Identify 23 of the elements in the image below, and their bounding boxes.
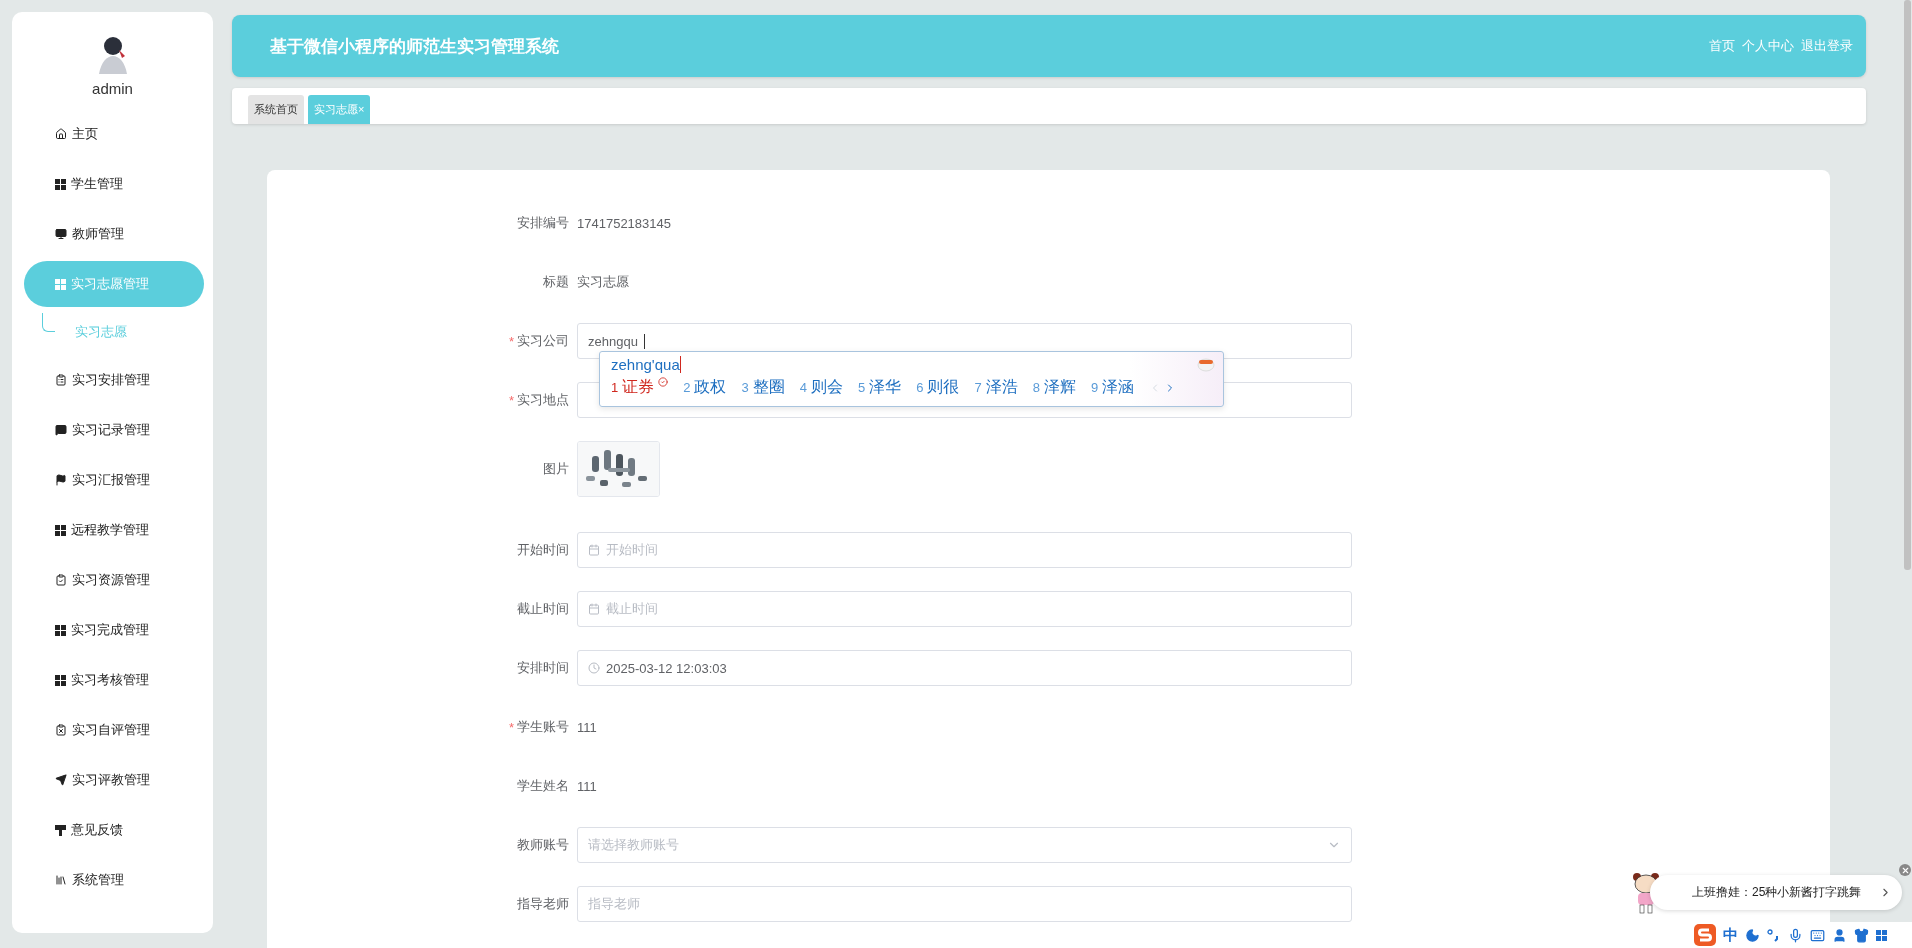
field-label: 安排编号 (517, 214, 569, 232)
field-label: 图片 (543, 460, 569, 478)
required-mark: * (508, 392, 514, 408)
field-label: 截止时间 (517, 600, 569, 618)
field-label: 实习公司 (517, 332, 569, 350)
field-value: 1741752183145 (577, 215, 671, 231)
field-label: 标题 (543, 273, 569, 291)
field-label: 安排时间 (517, 659, 569, 677)
field-label: 学生姓名 (517, 777, 569, 795)
app-title: 基于微信小程序的师范生实习管理系统 (270, 35, 559, 58)
required-mark: * (508, 719, 514, 735)
required-mark: * (508, 333, 514, 349)
field-label: 学生账号 (517, 718, 569, 736)
field-value: 111 (577, 778, 597, 794)
user-name: admin (92, 80, 133, 97)
field-label: 实习地点 (517, 391, 569, 409)
field-label: 教师账号 (517, 836, 569, 854)
field-label: 指导老师 (517, 895, 569, 913)
field-value: 111 (577, 719, 597, 735)
field-label: 开始时间 (517, 541, 569, 559)
field-value: 实习志愿 (577, 273, 629, 291)
notification-text: 上班撸娃：25种小新酱打字跳舞 (1692, 884, 1862, 901)
ime-composition: zehng'qua (611, 356, 680, 373)
